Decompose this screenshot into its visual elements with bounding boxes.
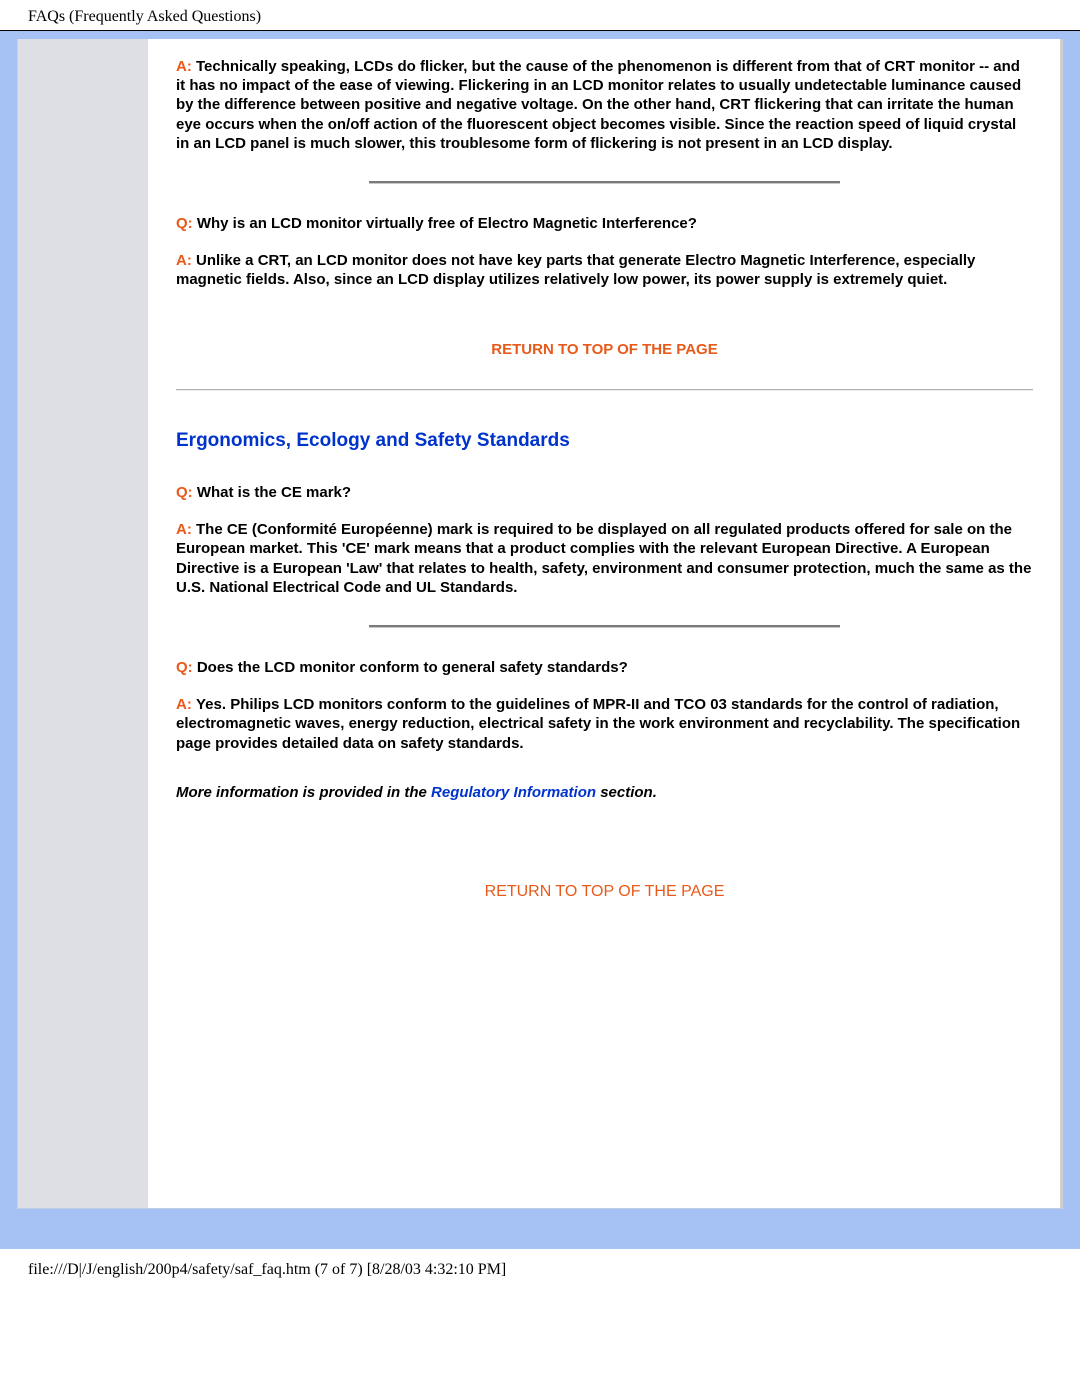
a-label: A: [176, 252, 192, 269]
answer-block-flicker: A: Technically speaking, LCDs do flicker… [176, 57, 1033, 153]
question-block-emi: Q: Why is an LCD monitor virtually free … [176, 214, 1033, 233]
return-to-top-link[interactable]: RETURN TO TOP OF THE PAGE [485, 883, 725, 900]
question-block-ce: Q: What is the CE mark? [176, 483, 1033, 502]
content-area: A: Technically speaking, LCDs do flicker… [148, 39, 1061, 1208]
section-heading: Ergonomics, Ecology and Safety Standards [176, 429, 1033, 453]
footer-path: file:///D|/J/english/200p4/safety/saf_fa… [0, 1249, 1080, 1279]
divider [369, 181, 840, 184]
q-label: Q: [176, 215, 193, 232]
more-info-line: More information is provided in the Regu… [176, 783, 1033, 802]
page-container: A: Technically speaking, LCDs do flicker… [18, 39, 1062, 1209]
return-to-top-link[interactable]: RETURN TO TOP OF THE PAGE [491, 341, 717, 358]
q-label: Q: [176, 659, 193, 676]
return-to-top-bold: RETURN TO TOP OF THE PAGE [176, 340, 1033, 359]
return-to-top-plain: RETURN TO TOP OF THE PAGE [176, 882, 1033, 902]
answer-block-emi: A: Unlike a CRT, an LCD monitor does not… [176, 251, 1033, 289]
answer-block-ce: A: The CE (Conformité Européenne) mark i… [176, 520, 1033, 597]
page-header-title: FAQs (Frequently Asked Questions) [0, 0, 1080, 31]
answer-block-safety: A: Yes. Philips LCD monitors conform to … [176, 695, 1033, 753]
thin-divider [176, 389, 1033, 391]
a-text: Technically speaking, LCDs do flicker, b… [176, 58, 1021, 152]
a-label: A: [176, 521, 192, 538]
regulatory-info-link[interactable]: Regulatory Information [431, 784, 596, 801]
more-info-prefix: More information is provided in the [176, 784, 431, 801]
q-text: Why is an LCD monitor virtually free of … [197, 215, 697, 232]
divider [369, 625, 840, 628]
a-text: The CE (Conformité Européenne) mark is r… [176, 521, 1031, 596]
sidebar [18, 39, 148, 1208]
a-text: Unlike a CRT, an LCD monitor does not ha… [176, 252, 975, 288]
question-block-safety: Q: Does the LCD monitor conform to gener… [176, 658, 1033, 677]
a-text: Yes. Philips LCD monitors conform to the… [176, 696, 1020, 751]
q-text: What is the CE mark? [197, 484, 351, 501]
a-label: A: [176, 696, 192, 713]
q-text: Does the LCD monitor conform to general … [197, 659, 628, 676]
more-info-suffix: section. [596, 784, 657, 801]
q-label: Q: [176, 484, 193, 501]
outer-frame: A: Technically speaking, LCDs do flicker… [0, 31, 1080, 1249]
a-label: A: [176, 58, 192, 75]
